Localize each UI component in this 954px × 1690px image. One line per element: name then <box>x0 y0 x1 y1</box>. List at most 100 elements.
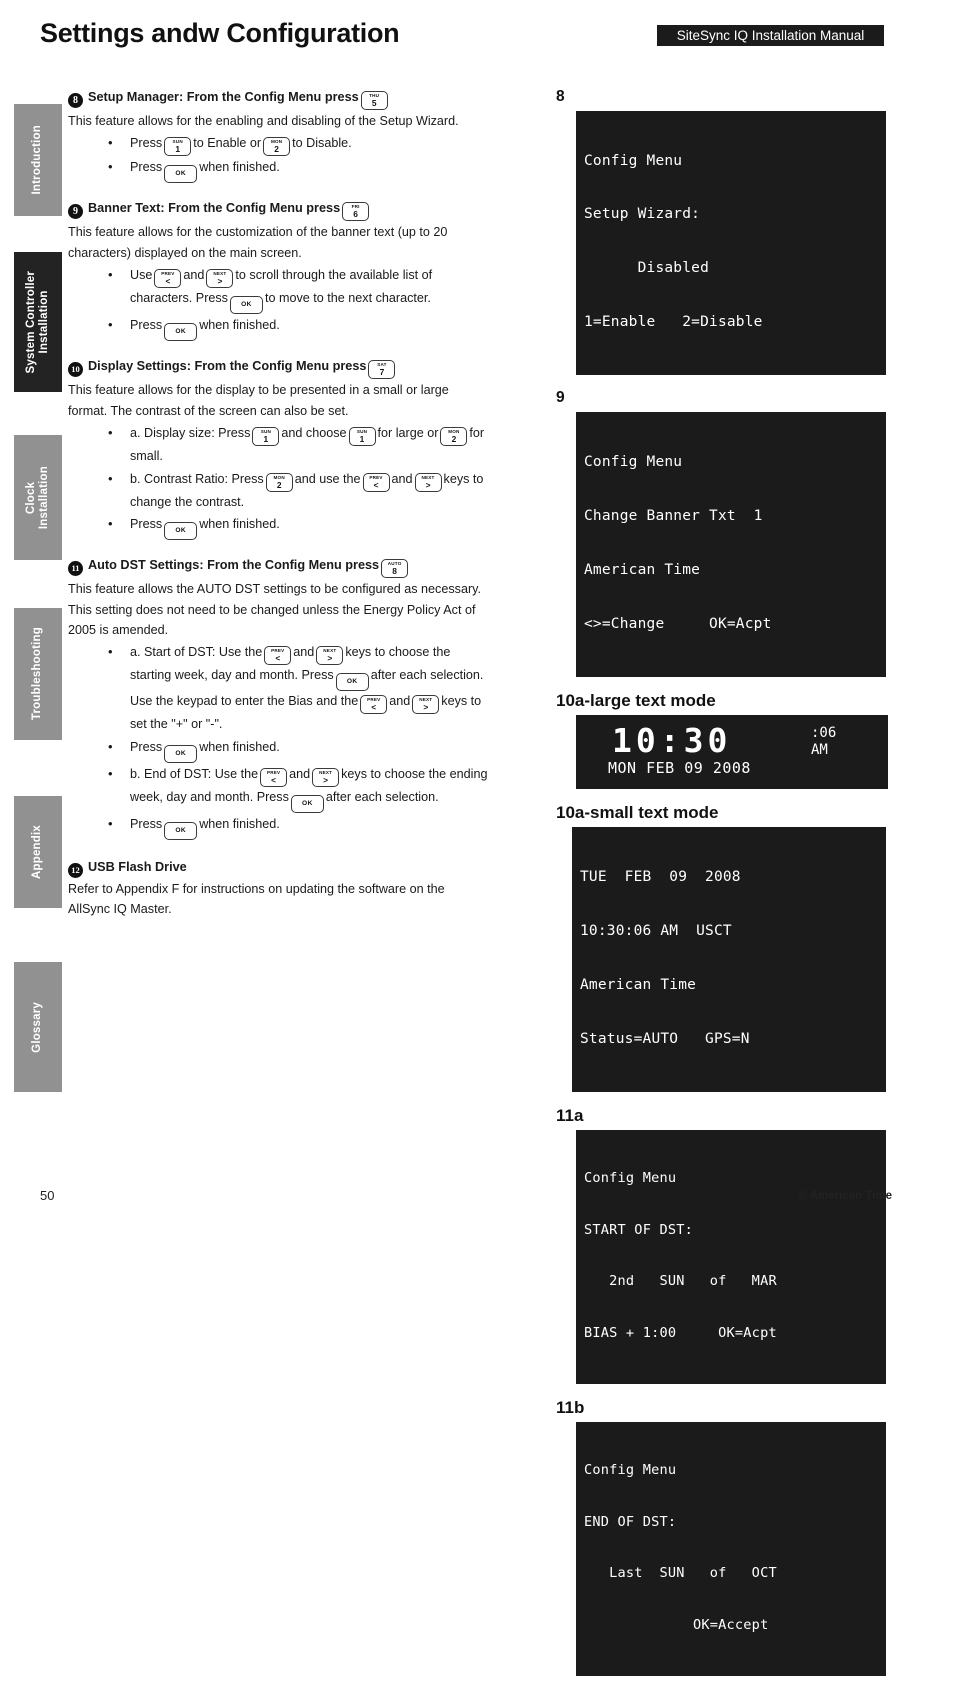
key-bottom-label: OK <box>175 827 187 835</box>
item-8-body: This feature allows for the enabling and… <box>68 114 459 128</box>
lcd-display-figure-8: Config Menu Setup Wizard: Disabled 1=Ena… <box>576 110 886 376</box>
item-9-heading-text: Banner Text: From the Config Menu press <box>88 201 341 216</box>
footer-copyright: © American Time <box>798 1190 892 1202</box>
bullet-text: for large or <box>377 425 439 440</box>
key-ok[interactable]: OK <box>290 795 324 814</box>
lcd-display-figure-10a-small: TUE FEB 09 2008 10:30:06 AM USCT America… <box>572 827 886 1093</box>
step-number-badge: 8 <box>68 93 83 108</box>
key-ok[interactable]: OK <box>335 673 369 692</box>
key-bottom-label: 6 <box>353 209 358 220</box>
bullet-text: to move to the next character. <box>264 291 431 306</box>
key-prev[interactable]: PREV < <box>360 695 388 715</box>
bullet-text: Press <box>130 517 163 532</box>
sidebar-item-clock-installation[interactable]: Clock Installation <box>14 435 62 560</box>
figure-9-label: 9 <box>556 389 565 407</box>
lcd-line: Setup Wizard: <box>584 206 701 223</box>
key-ok[interactable]: OK <box>164 822 198 841</box>
instruction-item-8: 8 Setup Manager: From the Config Menu pre… <box>68 88 488 184</box>
key-bottom-label: OK <box>175 750 187 758</box>
bullet-text: Press <box>130 817 163 832</box>
key-auto-8[interactable]: AUTO 8 <box>381 559 409 579</box>
bullet-text: after each selection. <box>325 790 439 805</box>
bullet-text: and <box>293 645 315 660</box>
key-mon-2[interactable]: MON 2 <box>263 137 291 157</box>
key-prev[interactable]: PREV < <box>264 646 292 666</box>
key-next[interactable]: NEXT > <box>414 472 442 492</box>
lcd-line: Config Menu <box>584 1170 677 1187</box>
key-mon-2[interactable]: MON 2 <box>265 472 293 492</box>
key-bottom-label: > <box>323 775 329 786</box>
item-11-bullets: a. Start of DST: Use thePREV<andNEXT>key… <box>68 641 488 841</box>
step-number-badge: 10 <box>68 362 83 378</box>
key-bottom-label: OK <box>175 170 187 178</box>
key-thu-5[interactable]: THU 5 <box>360 91 388 110</box>
key-ok[interactable]: OK <box>164 522 198 541</box>
bullet-text: and use the <box>294 471 361 486</box>
key-bottom-label: < <box>271 775 277 786</box>
sidebar-item-troubleshooting[interactable]: Troubleshooting <box>14 608 62 740</box>
lcd-line: Disabled <box>584 260 710 277</box>
key-sat-7[interactable]: SAT 7 <box>368 360 396 380</box>
item-11-heading: 11 Auto DST Settings: From the Config Men… <box>68 556 488 579</box>
key-bottom-label: OK <box>346 678 358 686</box>
key-prev[interactable]: PREV < <box>154 269 182 289</box>
footer-page-number: 50 <box>40 1188 55 1203</box>
sidebar-item-appendix[interactable]: Appendix <box>14 796 62 908</box>
key-mon-2[interactable]: MON 2 <box>440 426 468 446</box>
key-bottom-label: 5 <box>371 98 377 108</box>
instruction-item-12: 12 USB Flash Drive Refer to Appendix F fo… <box>68 858 488 920</box>
bullet-text: and choose <box>281 425 347 440</box>
key-prev[interactable]: PREV < <box>260 768 288 788</box>
key-ok[interactable]: OK <box>164 323 198 342</box>
bullet-text: b. Contrast Ratio: Press <box>130 471 264 486</box>
list-item: Press OK when finished. <box>108 156 488 184</box>
figure-11b-label: 11b <box>556 1397 585 1417</box>
lcd-display-figure-11b: Config Menu END OF DST: Last SUN of OCT … <box>576 1422 886 1676</box>
item-12-heading: 12 USB Flash Drive <box>68 858 488 879</box>
bullet-text: Use <box>130 268 153 283</box>
sidebar-item-label: Introduction <box>31 125 44 195</box>
lcd-large-seconds: :06 <box>811 724 837 741</box>
key-sun-1[interactable]: SUN 1 <box>164 137 192 157</box>
list-item: Press OK when finished. <box>108 736 488 764</box>
key-next[interactable]: NEXT > <box>206 269 234 289</box>
list-item: Press OK when finished. <box>108 513 488 541</box>
sidebar-item-label: Glossary <box>31 1001 44 1053</box>
item-10-bullets: a. Display size: PressSUN1and chooseSUN1… <box>68 422 488 541</box>
sidebar-item-introduction[interactable]: Introduction <box>14 104 62 216</box>
key-sun-1[interactable]: SUN 1 <box>252 426 280 446</box>
key-next[interactable]: NEXT > <box>312 768 340 788</box>
key-bottom-label: OK <box>241 301 252 309</box>
lcd-display-figure-9: Config Menu Change Banner Txt 1 American… <box>576 411 886 677</box>
list-item: UsePREV<andNEXT>to scroll through the av… <box>108 264 488 315</box>
sidebar-item-label: Clock Installation <box>24 465 50 530</box>
item-10-heading: 10 Display Settings: From the Config Menu… <box>68 357 488 380</box>
lcd-line: Config Menu <box>584 1461 677 1478</box>
item-10-heading-text: Display Settings: From the Config Menu p… <box>88 359 367 374</box>
key-sun-1[interactable]: SUN 1 <box>348 426 376 446</box>
key-bottom-label: 1 <box>263 433 269 444</box>
key-prev[interactable]: PREV < <box>362 472 390 492</box>
item-8-heading: 8 Setup Manager: From the Config Menu pre… <box>68 88 488 110</box>
key-bottom-label: > <box>327 653 333 664</box>
bullet-text: when finished. <box>199 740 280 755</box>
bullet-text: Press <box>130 740 163 755</box>
lcd-line: 10:30:06 AM USCT <box>580 923 732 940</box>
instruction-item-11: 11 Auto DST Settings: From the Config Men… <box>68 556 488 841</box>
bullet-text: to Disable. <box>292 136 352 151</box>
bullet-text: and <box>389 694 411 709</box>
key-ok[interactable]: OK <box>164 165 198 184</box>
key-bottom-label: < <box>371 702 377 713</box>
key-next[interactable]: NEXT > <box>412 695 440 715</box>
key-bottom-label: > <box>217 276 223 287</box>
lcd-line: Last SUN of OCT <box>584 1565 777 1582</box>
key-ok[interactable]: OK <box>164 745 198 764</box>
sidebar-item-glossary[interactable]: Glossary <box>14 962 62 1092</box>
item-9-heading: 9 Banner Text: From the Config Menu press… <box>68 199 488 222</box>
item-11-body: This feature allows the AUTO DST setting… <box>68 582 481 638</box>
key-fri-6[interactable]: FRI 6 <box>342 202 370 222</box>
key-bottom-label: > <box>423 702 429 713</box>
sidebar-item-system-controller-installation[interactable]: System Controller Installation <box>14 252 62 392</box>
key-next[interactable]: NEXT > <box>316 646 344 666</box>
key-ok[interactable]: OK <box>229 296 263 315</box>
